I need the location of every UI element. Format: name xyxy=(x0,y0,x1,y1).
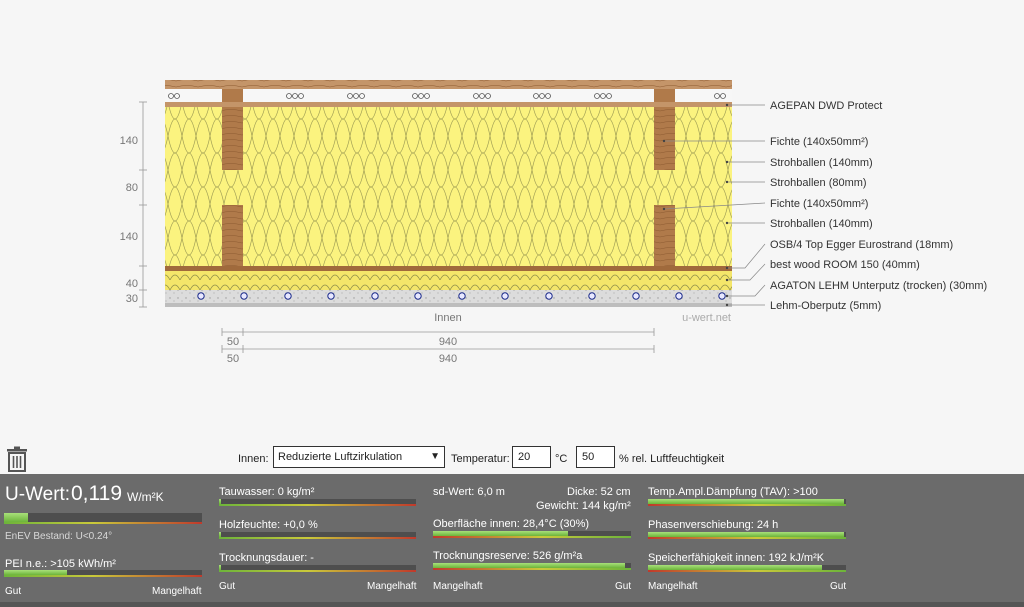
layer-label: Strohballen (140mm) xyxy=(770,218,873,230)
thickness-label: 80 xyxy=(126,182,138,194)
thickness-value: Dicke: 52 cm xyxy=(567,486,631,498)
surface-temp-bar xyxy=(433,531,631,538)
sd-value: sd-Wert: 6,0 m xyxy=(433,486,505,498)
temperature-label: Temperatur: xyxy=(451,453,510,465)
trocknungsdauer-text: Trocknungsdauer: - xyxy=(219,552,314,564)
panel-bottom-border xyxy=(0,602,1024,607)
scale-poor: Mangelhaft xyxy=(152,586,202,597)
tav-text: Temp.Ampl.Dämpfung (TAV): >100 xyxy=(648,486,818,498)
scale-good: Gut xyxy=(615,581,632,592)
layer-label: best wood ROOM 150 (40mm) xyxy=(770,259,920,271)
layer-osb xyxy=(165,266,732,271)
inside-climate-label: Innen: xyxy=(238,453,269,465)
temperature-input[interactable]: 20 xyxy=(512,446,551,468)
layer-label: Fichte (140x50mm²) xyxy=(770,136,868,148)
temperature-unit: °C xyxy=(555,453,568,465)
inside-label: Innen xyxy=(434,312,462,324)
scale-good: Gut xyxy=(5,586,22,597)
layer-label: Fichte (140x50mm²) xyxy=(770,198,868,210)
phase-shift-text: Phasenverschiebung: 24 h xyxy=(648,519,779,531)
heat-capacity-text: Speicherfähigkeit innen: 192 kJ/m²K xyxy=(648,552,825,564)
u-value-bar xyxy=(4,513,202,524)
layer-label: OSB/4 Top Egger Eurostrand (18mm) xyxy=(770,239,953,251)
scale-poor: Mangelhaft xyxy=(648,581,698,592)
humidity-unit: % rel. Luftfeuchtigkeit xyxy=(619,453,725,465)
drying-reserve-text: Trocknungsreserve: 526 g/m²a xyxy=(433,550,583,562)
holzfeuchte-text: Holzfeuchte: +0,0 % xyxy=(219,519,318,531)
dimension-label: 50 xyxy=(227,336,239,348)
weight-value: Gewicht: 144 kg/m² xyxy=(536,500,631,512)
watermark: u-wert.net xyxy=(682,312,731,324)
scale-good: Gut xyxy=(219,581,236,592)
trash-icon[interactable] xyxy=(6,446,28,472)
layer-label: Lehm-Oberputz (5mm) xyxy=(770,300,881,312)
layer-label: Strohballen (140mm) xyxy=(770,157,873,169)
dimension-label: 50 xyxy=(227,353,239,365)
u-value: 0,119 xyxy=(71,482,122,505)
pei-bar xyxy=(4,570,202,577)
humidity-input[interactable]: 50 xyxy=(576,446,615,468)
u-value-label: U-Wert: xyxy=(5,484,71,505)
thickness-label: 140 xyxy=(120,231,138,243)
scale-good: Gut xyxy=(830,581,847,592)
air-circulation-value: Reduzierte Luftzirkulation xyxy=(278,451,403,463)
tauwasser-text: Tauwasser: 0 kg/m² xyxy=(219,486,315,498)
vertical-dimension-line xyxy=(139,101,147,308)
u-value-bar-fill xyxy=(4,513,28,522)
air-circulation-select[interactable]: Reduzierte Luftzirkulation ▼ xyxy=(273,446,445,468)
layer-air-gap xyxy=(165,89,732,103)
phase-shift-bar xyxy=(648,532,846,539)
layer-label: Strohballen (80mm) xyxy=(770,177,867,189)
thickness-label: 30 xyxy=(126,293,138,305)
holzfeuchte-bar xyxy=(219,532,416,539)
chevron-down-icon: ▼ xyxy=(430,451,440,462)
scale-poor: Mangelhaft xyxy=(367,581,417,592)
layer-lehm-oberputz xyxy=(165,303,732,307)
wall-cross-section: 140 80 140 40 30 AGEPAN DWD Protect Fich… xyxy=(0,0,1024,440)
trocknungsdauer-bar xyxy=(219,565,416,572)
tav-bar xyxy=(648,499,846,506)
dimension-label: 940 xyxy=(439,336,457,348)
climate-controls: Innen: Reduzierte Luftzirkulation ▼ Temp… xyxy=(0,444,1024,472)
scale-poor: Mangelhaft xyxy=(433,581,483,592)
tauwasser-bar xyxy=(219,499,416,506)
thickness-label: 140 xyxy=(120,135,138,147)
surface-temp-text: Oberfläche innen: 28,4°C (30%) xyxy=(433,518,590,530)
dimension-label: 940 xyxy=(439,353,457,365)
layer-label: AGEPAN DWD Protect xyxy=(770,100,882,112)
enev-reference: EnEV Bestand: U<0.24° xyxy=(5,531,113,542)
heat-capacity-bar xyxy=(648,565,846,572)
u-value-unit: W/m²K xyxy=(127,490,164,504)
layer-label: AGATON LEHM Unterputz (trocken) (30mm) xyxy=(770,280,987,292)
results-panel: U-Wert: 0,119 W/m²K EnEV Bestand: U<0.24… xyxy=(0,474,1024,607)
drying-reserve-bar xyxy=(433,563,631,570)
thickness-label: 40 xyxy=(126,278,138,290)
pei-text: PEI n.e.: >105 kWh/m² xyxy=(5,558,116,570)
